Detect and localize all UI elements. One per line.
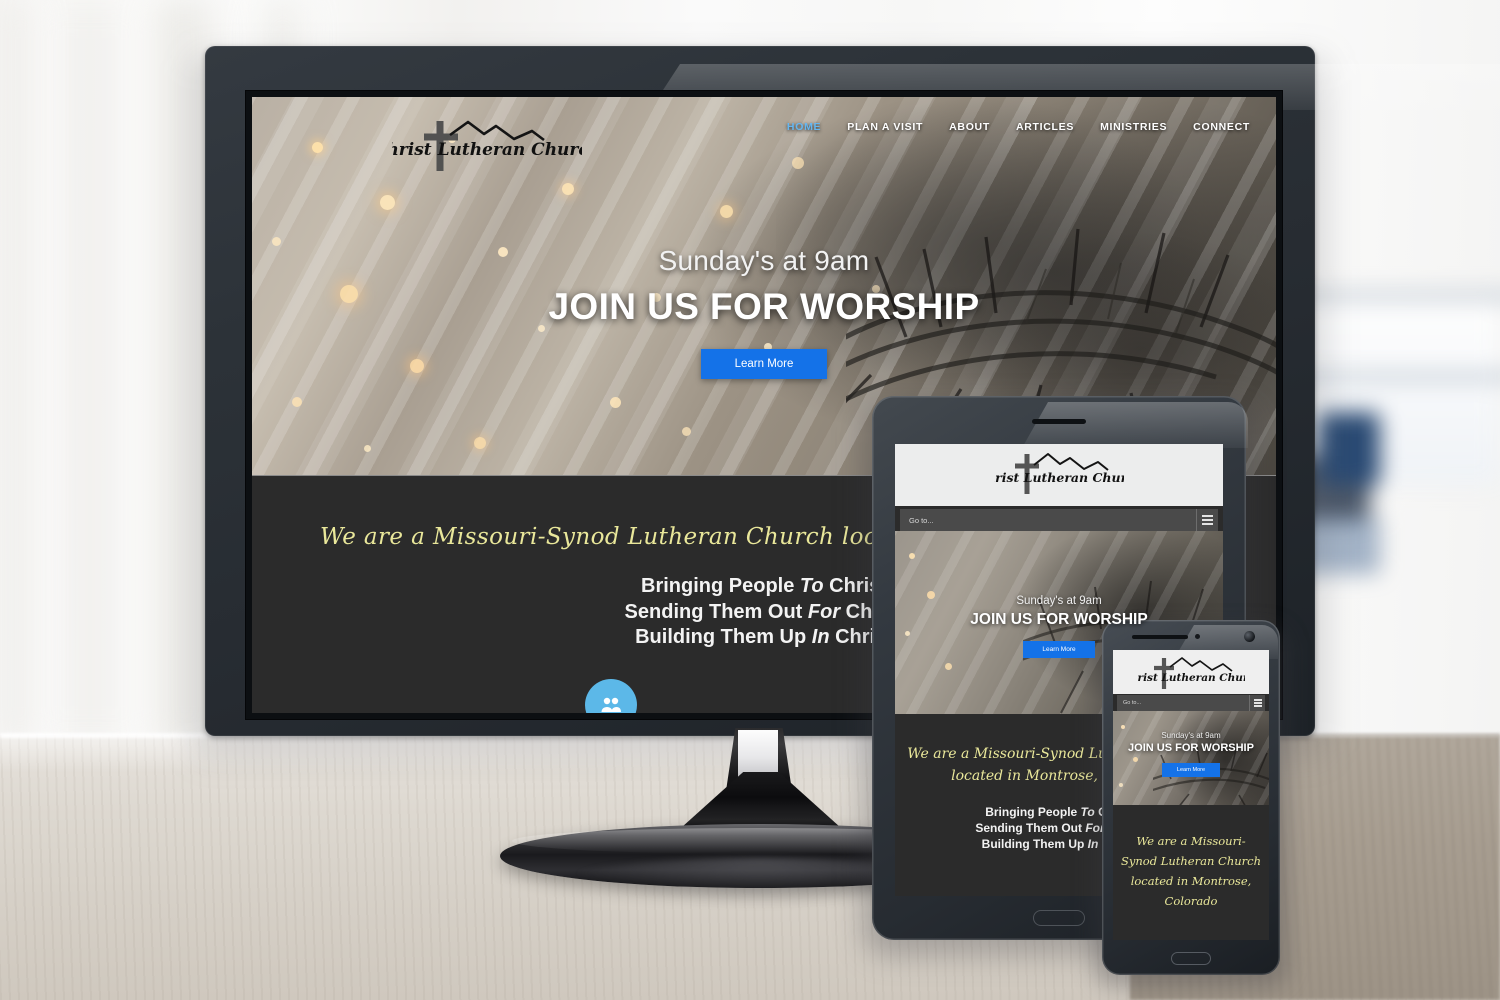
tablet-learn-more-button[interactable]: Learn More xyxy=(1023,641,1095,658)
site-logo[interactable]: Christ Lutheran Church xyxy=(373,115,601,173)
phone-home-button[interactable] xyxy=(1171,952,1211,965)
tablet-mobile-nav[interactable]: Go to... xyxy=(900,509,1218,531)
tablet-hero-title: JOIN US FOR WORSHIP xyxy=(970,611,1148,628)
phone-mobile-nav[interactable]: Go to... xyxy=(1117,695,1265,711)
tablet-home-button[interactable] xyxy=(1033,910,1085,926)
curtain-band xyxy=(0,0,40,745)
nav-item-plan-a-visit[interactable]: PLAN A VISIT xyxy=(847,121,923,133)
tablet-site-logo[interactable]: Christ Lutheran Church xyxy=(976,450,1144,496)
phone-intro-script-text: We are a Missouri-Synod Lutheran Church … xyxy=(1121,834,1261,909)
tablet-header: Christ Lutheran Church xyxy=(895,444,1223,506)
people-icon xyxy=(601,697,621,712)
phone-hero-subtitle: Sunday's at 9am xyxy=(1161,731,1221,740)
phone-intro-section: We are a Missouri-Synod Lutheran Church … xyxy=(1113,805,1269,940)
phone-logo-text: Christ Lutheran Church xyxy=(1137,672,1245,684)
tablet-goto-label: Go to... xyxy=(909,515,934,525)
phone-camera-icon xyxy=(1244,631,1255,642)
tablet-hero-content: Sunday's at 9am JOIN US FOR WORSHIP Lear… xyxy=(895,595,1223,658)
phone-goto-label: Go to... xyxy=(1123,700,1142,706)
phone-learn-more-button[interactable]: Learn More xyxy=(1161,763,1221,777)
hero-subtitle: Sunday's at 9am xyxy=(658,245,870,276)
nav-item-ministries[interactable]: MINISTRIES xyxy=(1100,121,1167,133)
phone-site-logo[interactable]: Christ Lutheran Church xyxy=(1122,655,1262,691)
hero-content: Sunday's at 9am JOIN US FOR WORSHIP Lear… xyxy=(252,245,1276,379)
learn-more-button[interactable]: Learn More xyxy=(700,349,828,379)
phone-device: Christ Lutheran Church Go to... xyxy=(1094,620,1288,987)
phone-screen: Christ Lutheran Church Go to... xyxy=(1113,650,1269,940)
nav-item-connect[interactable]: CONNECT xyxy=(1193,121,1250,133)
curtain-band xyxy=(30,0,150,745)
tablet-logo-text: Christ Lutheran Church xyxy=(994,470,1124,485)
nav-item-articles[interactable]: ARTICLES xyxy=(1016,121,1074,133)
logo-text: Christ Lutheran Church xyxy=(392,140,582,160)
nav-item-home[interactable]: HOME xyxy=(787,121,821,133)
hero-title: JOIN US FOR WORSHIP xyxy=(548,286,980,327)
tablet-gloss-highlight xyxy=(1022,402,1248,448)
tablet-hero-subtitle: Sunday's at 9am xyxy=(1016,595,1102,607)
tablet-speaker xyxy=(1032,419,1086,424)
nav-item-about[interactable]: ABOUT xyxy=(949,121,990,133)
hamburger-icon[interactable] xyxy=(1249,695,1265,711)
phone-hero-content: Sunday's at 9am JOIN US FOR WORSHIP Lear… xyxy=(1113,731,1269,777)
main-navigation[interactable]: HOME PLAN A VISIT ABOUT ARTICLES MINISTR… xyxy=(787,121,1250,133)
hamburger-icon[interactable] xyxy=(1196,509,1218,531)
phone-hero-section: Sunday's at 9am JOIN US FOR WORSHIP Lear… xyxy=(1113,711,1269,805)
phone-hero-title: JOIN US FOR WORSHIP xyxy=(1128,742,1254,754)
feature-icon-people[interactable] xyxy=(584,679,637,713)
